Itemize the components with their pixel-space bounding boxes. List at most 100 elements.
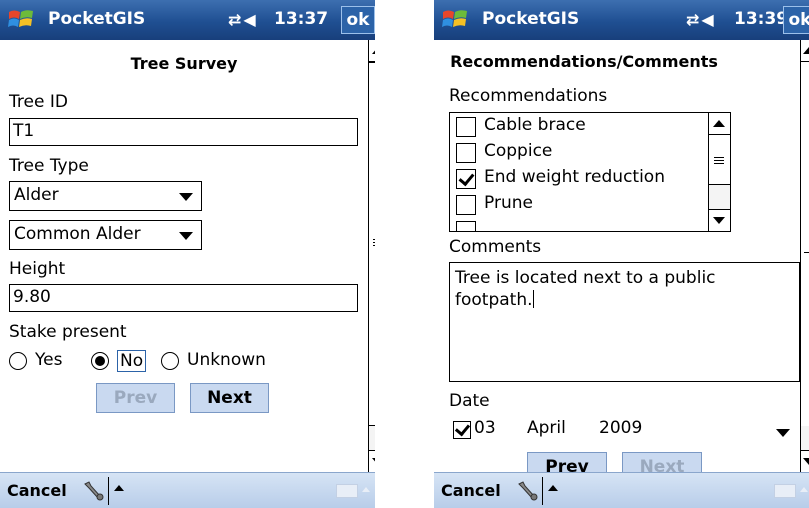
cable-brace-checkbox[interactable] [456, 117, 476, 137]
stake-no-label[interactable]: No [117, 350, 147, 372]
arrow-down-icon [372, 458, 375, 465]
prev-button[interactable]: Prev [96, 383, 175, 413]
menu-separator [542, 477, 543, 505]
form-content: Recommendations/Comments Recommendations… [434, 40, 800, 472]
arrow-up-icon [713, 120, 725, 127]
form-title: Tree Survey [130, 54, 238, 73]
ok-button[interactable]: ok [783, 6, 809, 34]
list-item-label: Coppice [484, 141, 553, 161]
scroll-up-button[interactable] [369, 40, 375, 62]
volume-icon[interactable]: ◀ [701, 10, 715, 29]
windows-start-icon[interactable] [6, 6, 36, 34]
chevron-down-icon[interactable] [776, 429, 790, 437]
scroll-thumb[interactable] [801, 62, 809, 426]
scroll-down-button[interactable] [369, 450, 375, 472]
tree-id-input[interactable]: T1 [9, 118, 358, 146]
list-scroll-up-button[interactable] [709, 113, 730, 135]
tree-survey-screen: PocketGIS ⇄◀ 13:37 ok Tree Survey Tree I… [0, 0, 375, 508]
vertical-scrollbar[interactable] [800, 40, 809, 472]
next-button[interactable]: Next [190, 383, 269, 413]
form-content: Tree Survey Tree ID T1 Tree Type Alder C… [0, 40, 368, 472]
arrow-up-icon [803, 47, 809, 54]
list-item-label: Cable brace [484, 115, 586, 135]
prev-button[interactable]: Prev [527, 452, 607, 472]
arrow-up-icon [372, 47, 375, 54]
grip-line [714, 163, 724, 164]
connectivity-icon[interactable]: ⇄ [686, 10, 701, 29]
form-title: Recommendations/Comments [450, 52, 718, 71]
tree-type-value: Alder [14, 185, 59, 205]
height-label: Height [9, 259, 66, 279]
grip-line [373, 242, 375, 243]
list-item-checkbox[interactable] [456, 221, 476, 231]
date-month[interactable]: April [527, 418, 566, 438]
comments-textarea[interactable]: Tree is located next to a public footpat… [449, 262, 800, 382]
clock[interactable]: 13:39 [734, 9, 788, 29]
grip-line [373, 245, 375, 246]
date-label: Date [449, 391, 490, 411]
volume-icon[interactable]: ◀ [243, 10, 257, 29]
app-title: PocketGIS [48, 9, 146, 29]
connectivity-icon[interactable]: ⇄ [228, 10, 243, 29]
clock[interactable]: 13:37 [274, 9, 328, 29]
app-title: PocketGIS [482, 9, 580, 29]
list-item-label: Prune [484, 193, 533, 213]
chevron-down-icon[interactable] [179, 193, 193, 201]
recommendations-label: Recommendations [449, 86, 608, 106]
stake-yes-radio[interactable] [9, 352, 27, 370]
arrow-down-icon [713, 217, 725, 224]
wrench-icon[interactable] [515, 479, 539, 503]
date-checkbox[interactable] [453, 421, 471, 439]
prune-checkbox[interactable] [456, 195, 476, 215]
tree-species-dropdown[interactable]: Common Alder [9, 220, 202, 250]
stake-unknown-radio[interactable] [161, 352, 179, 370]
stake-unknown-label[interactable]: Unknown [187, 350, 266, 370]
arrow-down-icon [803, 458, 809, 465]
scroll-thumb[interactable] [369, 62, 375, 426]
list-scrollbar[interactable] [708, 113, 730, 231]
title-bar: PocketGIS ⇄◀ 13:39 ok [434, 0, 809, 40]
keyboard-icon[interactable] [336, 484, 358, 498]
menu-separator [108, 477, 109, 505]
status-icons: ⇄◀ [228, 10, 258, 29]
date-day[interactable]: 03 [474, 418, 496, 438]
grip-line [804, 252, 809, 253]
recommendations-list[interactable]: Cable brace Coppice End weight reduction… [449, 112, 731, 232]
grip-line [714, 160, 724, 161]
windows-start-icon[interactable] [440, 6, 470, 34]
keyboard-icon[interactable] [774, 484, 796, 498]
chevron-down-icon[interactable] [179, 232, 193, 240]
wrench-icon[interactable] [81, 479, 105, 503]
menu-up-icon[interactable] [548, 485, 558, 491]
keyboard-menu-icon[interactable] [800, 487, 808, 492]
text-caret [532, 290, 534, 308]
menu-bar: Cancel [434, 472, 809, 508]
coppice-checkbox[interactable] [456, 143, 476, 163]
tree-type-dropdown[interactable]: Alder [9, 181, 202, 211]
list-scroll-down-button[interactable] [709, 209, 730, 231]
ok-button[interactable]: ok [341, 6, 375, 34]
end-weight-reduction-checkbox[interactable] [456, 169, 476, 189]
height-input[interactable]: 9.80 [9, 284, 358, 312]
title-bar: PocketGIS ⇄◀ 13:37 ok [0, 0, 375, 40]
cancel-softkey[interactable]: Cancel [7, 481, 67, 500]
list-scroll-thumb[interactable] [709, 135, 730, 185]
keyboard-menu-icon[interactable] [362, 487, 370, 492]
status-icons: ⇄◀ [686, 10, 716, 29]
comments-label: Comments [449, 237, 542, 257]
scroll-up-button[interactable] [801, 40, 809, 62]
tree-id-label: Tree ID [9, 92, 68, 112]
tree-type-label: Tree Type [9, 156, 89, 176]
menu-up-icon[interactable] [114, 485, 124, 491]
scroll-down-button[interactable] [801, 450, 809, 472]
grip-line [373, 239, 375, 240]
comments-text: Tree is located next to a public footpat… [455, 268, 716, 310]
stake-yes-label[interactable]: Yes [35, 350, 62, 370]
vertical-scrollbar[interactable] [368, 40, 375, 472]
stake-no-radio[interactable] [91, 352, 109, 370]
date-year[interactable]: 2009 [599, 418, 642, 438]
next-button[interactable]: Next [622, 452, 702, 472]
recommendations-screen: PocketGIS ⇄◀ 13:39 ok Recommendations/Co… [434, 0, 809, 508]
cancel-softkey[interactable]: Cancel [441, 481, 501, 500]
menu-bar: Cancel [0, 472, 375, 508]
